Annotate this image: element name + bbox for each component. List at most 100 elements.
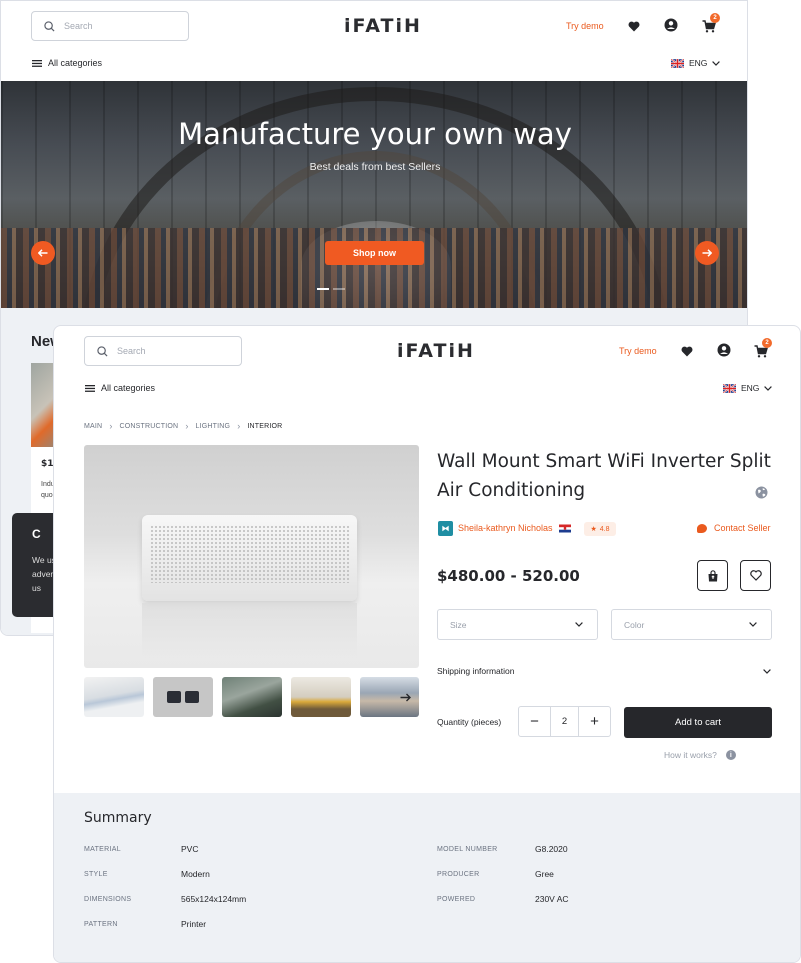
spec-value: PVC <box>181 844 199 854</box>
product-main-image[interactable] <box>84 445 419 668</box>
product-price: $480.00 - 520.00 <box>437 567 580 585</box>
language-label: ENG <box>741 383 760 393</box>
arrow-right-icon <box>702 249 712 257</box>
spec-value: Modern <box>181 869 210 879</box>
quantity-stepper: − 2 + <box>518 706 611 737</box>
try-demo-link[interactable]: Try demo <box>619 346 657 356</box>
product-thumbnail[interactable] <box>222 677 282 717</box>
seller-logo[interactable]: ⧓ <box>438 521 453 536</box>
product-thumbnail[interactable] <box>291 677 351 717</box>
brand-logo[interactable]: iFATiH <box>344 15 422 37</box>
carousel-dots[interactable] <box>317 288 345 290</box>
carousel-dot[interactable] <box>317 288 329 290</box>
language-label: ENG <box>689 58 708 68</box>
spec-value: G8.2020 <box>535 844 568 854</box>
color-select[interactable]: Color <box>611 609 772 640</box>
breadcrumb-item[interactable]: MAIN <box>84 423 102 430</box>
back-header: Search iFATiH Try demo 2 <box>1 1 747 53</box>
product-thumbnail[interactable] <box>153 677 213 717</box>
all-categories-label: All categories <box>48 58 103 68</box>
breadcrumb-current: INTERIOR <box>247 422 283 430</box>
size-select[interactable]: Size <box>437 609 598 640</box>
all-categories-menu[interactable]: All categories <box>85 383 155 393</box>
chevron-right-icon: › <box>109 421 113 431</box>
shipping-label: Shipping information <box>437 666 515 676</box>
arrow-right-icon <box>400 693 411 701</box>
contact-seller-label: Contact Seller <box>714 523 771 533</box>
chevron-down-icon <box>712 60 721 66</box>
thumbnail-next-button[interactable] <box>398 690 412 704</box>
search-placeholder: Search <box>64 21 93 31</box>
shipping-info-toggle[interactable]: Shipping information <box>437 666 771 676</box>
spec-value: 565x124x124mm <box>181 894 247 904</box>
how-it-works-link[interactable]: How it works? i <box>664 750 736 760</box>
search-placeholder: Search <box>117 346 146 356</box>
chevron-down-icon <box>764 385 773 391</box>
spec-label: MODEL NUMBER <box>437 846 498 853</box>
heart-icon[interactable] <box>680 344 694 358</box>
search-icon <box>97 345 108 357</box>
hero-prev-button[interactable] <box>31 241 55 265</box>
language-selector[interactable]: ENG <box>723 383 773 393</box>
quantity-label: Quantity (pieces) <box>437 717 502 727</box>
rating-value: 4.8 <box>599 525 610 533</box>
product-title: Wall Mount Smart WiFi Inverter Split Air… <box>437 451 771 501</box>
breadcrumb-item[interactable]: LIGHTING <box>196 423 231 430</box>
spec-label: STYLE <box>84 871 108 878</box>
account-icon[interactable] <box>717 343 731 357</box>
spec-value: 230V AC <box>535 894 569 904</box>
chevron-down-icon <box>749 622 757 627</box>
summary-section: Summary MATERIAL PVC STYLE Modern DIMENS… <box>54 793 800 962</box>
size-placeholder: Size <box>450 619 467 630</box>
uk-flag-icon <box>671 58 684 68</box>
how-it-works-label: How it works? <box>664 750 717 760</box>
add-to-cart-button[interactable]: Add to cart <box>624 707 772 738</box>
menu-icon <box>32 59 42 67</box>
brand-logo[interactable]: iFATiH <box>397 340 475 362</box>
seller-rating-badge: ★ 4.8 <box>584 522 616 536</box>
cart-count-badge: 2 <box>762 338 772 348</box>
quantity-increase-button[interactable]: + <box>579 707 610 736</box>
product-window: Search iFATiH Try demo 2 All categories … <box>53 325 801 963</box>
account-icon[interactable] <box>664 18 678 32</box>
globe-icon[interactable] <box>755 486 768 499</box>
language-selector[interactable]: ENG <box>671 58 721 68</box>
add-to-wishlist-button[interactable] <box>740 560 771 591</box>
uk-flag-icon <box>723 383 736 393</box>
star-icon: ★ <box>590 526 597 533</box>
contact-seller-link[interactable]: Contact Seller <box>697 523 771 533</box>
search-input[interactable]: Search <box>84 336 242 366</box>
try-demo-link[interactable]: Try demo <box>566 21 604 31</box>
breadcrumb-item[interactable]: CONSTRUCTION <box>120 423 179 430</box>
product-thumbnail[interactable] <box>84 677 144 717</box>
back-search-input[interactable]: Search <box>31 11 189 41</box>
quantity-decrease-button[interactable]: − <box>519 707 550 736</box>
heart-outline-icon <box>749 570 762 581</box>
color-placeholder: Color <box>624 619 645 630</box>
summary-title: Summary <box>84 810 152 826</box>
carousel-dot[interactable] <box>333 288 345 290</box>
quantity-value[interactable]: 2 <box>550 707 579 736</box>
cookie-title: C <box>32 527 41 541</box>
spec-label: DIMENSIONS <box>84 896 132 903</box>
hero-subtitle: Best deals from best Sellers <box>309 161 441 173</box>
shop-now-button[interactable]: Shop now <box>325 241 424 265</box>
all-categories-menu[interactable]: All categories <box>32 58 102 68</box>
hero-title: Manufacture your own way <box>178 117 572 151</box>
breadcrumb: MAIN › CONSTRUCTION › LIGHTING › INTERIO… <box>84 421 282 431</box>
seller-name-link[interactable]: Sheila-kathryn Nicholas <box>458 523 553 533</box>
heart-icon[interactable] <box>627 19 641 33</box>
hero-next-button[interactable] <box>695 241 719 265</box>
spec-label: MATERIAL <box>84 846 121 853</box>
spec-label: PATTERN <box>84 921 118 928</box>
cart-count-badge: 2 <box>710 13 720 23</box>
arrow-left-icon <box>38 249 48 257</box>
chevron-down-icon <box>575 622 583 627</box>
chevron-right-icon: › <box>237 421 241 431</box>
menu-icon <box>85 384 95 392</box>
buy-bag-button[interactable] <box>697 560 728 591</box>
chat-icon <box>697 523 707 533</box>
spec-value: Printer <box>181 919 207 929</box>
chevron-down-icon <box>763 668 771 674</box>
shopping-bag-icon <box>708 569 717 581</box>
